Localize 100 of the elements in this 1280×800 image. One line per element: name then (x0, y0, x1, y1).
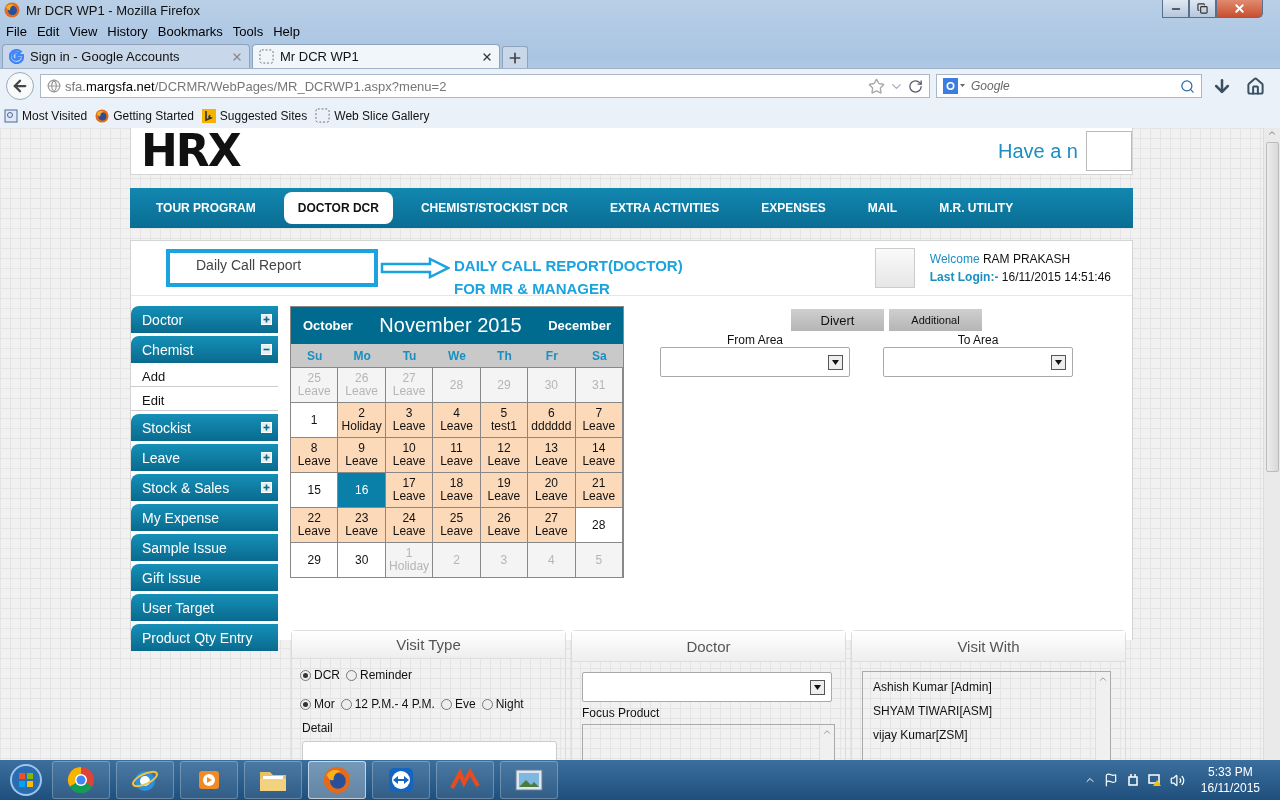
reload-icon[interactable] (908, 78, 923, 94)
star-icon[interactable] (868, 77, 885, 95)
select-field[interactable] (582, 672, 832, 702)
calendar-day[interactable]: 5 test1 (480, 402, 529, 437)
power-plug-icon[interactable] (1125, 773, 1140, 787)
nav-tab[interactable]: EXPENSES (747, 192, 840, 224)
bookmark-link[interactable]: Web Slice Gallery (315, 108, 430, 123)
plus-icon[interactable] (261, 452, 272, 463)
nav-tab[interactable]: DOCTOR DCR (283, 192, 393, 224)
restore-button[interactable] (1189, 0, 1216, 18)
network-warning-icon[interactable] (1147, 773, 1162, 787)
calendar-day[interactable]: 18 Leave (433, 472, 481, 507)
play-app-icon[interactable] (180, 761, 238, 799)
browser-tab[interactable]: Mr DCR WP1 (252, 44, 500, 68)
calendar-day[interactable]: 30 (338, 542, 386, 577)
new-tab-button[interactable] (502, 46, 528, 68)
bookmark-link[interactable]: Suggested Sites (201, 108, 308, 123)
search-field[interactable]: Google (936, 74, 1202, 98)
calendar-day[interactable]: 4 Leave (433, 402, 481, 437)
arrows-app-icon[interactable] (372, 761, 430, 799)
calendar-day[interactable]: 26 Leave (480, 507, 529, 542)
circle-app-icon[interactable] (52, 761, 110, 799)
calendar-day[interactable]: 7 Leave (575, 402, 623, 437)
list-item[interactable]: vijay Kumar[ZSM] (873, 726, 1085, 744)
action-button[interactable]: Additional (889, 309, 982, 331)
calendar-day[interactable]: 25 Leave (433, 507, 481, 542)
nav-tab[interactable]: TOUR PROGRAM (142, 192, 270, 224)
radio-option[interactable]: Mor (300, 697, 335, 712)
picture-icon[interactable] (500, 761, 558, 799)
sidebar-item[interactable]: Sample Issue (131, 534, 278, 561)
select-field[interactable] (660, 347, 850, 377)
plus-icon[interactable] (261, 314, 272, 325)
volume-icon[interactable] (1169, 772, 1185, 788)
menu-item[interactable]: History (103, 21, 152, 41)
select-field[interactable] (883, 347, 1073, 377)
next-month-link[interactable]: December (548, 318, 611, 333)
firefox-app-icon[interactable] (308, 761, 366, 799)
scrollbar[interactable] (1263, 128, 1280, 760)
menu-item[interactable]: View (65, 21, 102, 41)
menu-item[interactable]: Tools (228, 21, 268, 41)
action-button[interactable]: Divert (791, 309, 884, 331)
calendar-day[interactable]: 9 Leave (338, 437, 386, 472)
calendar-day[interactable]: 13 Leave (528, 437, 576, 472)
calendar-day[interactable]: 15 (291, 472, 339, 507)
radio-option[interactable]: Reminder (346, 668, 413, 683)
calendar-day[interactable]: 16 (338, 472, 386, 507)
sidebar-item[interactable]: User Target (131, 594, 278, 621)
report-select[interactable]: Daily Call Report (166, 249, 378, 287)
calendar-day[interactable]: 21 Leave (575, 472, 623, 507)
bookmark-link[interactable]: Most Visited (4, 108, 88, 123)
calendar-day[interactable]: 11 Leave (433, 437, 481, 472)
radio-option[interactable]: Eve (440, 697, 476, 712)
plus-icon[interactable] (261, 422, 272, 433)
calendar-day[interactable]: 19 Leave (480, 472, 529, 507)
nav-tab[interactable]: CHEMIST/STOCKIST DCR (406, 192, 583, 224)
flag-icon[interactable] (1103, 773, 1118, 787)
sidebar-item[interactable]: Product Qty Entry (131, 624, 278, 651)
calendar-day[interactable]: 6 dddddd (528, 402, 576, 437)
prev-month-link[interactable]: October (303, 318, 353, 333)
minimize-button[interactable] (1162, 0, 1189, 18)
menu-item[interactable]: File (2, 21, 31, 41)
menu-item[interactable]: Help (269, 21, 304, 41)
sidebar-item[interactable]: Chemist (131, 336, 278, 363)
nav-tab[interactable]: EXTRA ACTIVITIES (596, 192, 734, 224)
sidebar-item[interactable]: Doctor (131, 306, 278, 333)
clock[interactable]: 5:33 PM 16/11/2015 (1200, 764, 1260, 796)
search-icon[interactable] (1180, 78, 1195, 94)
menu-item[interactable]: Edit (32, 21, 64, 41)
calendar-day[interactable]: 28 (575, 507, 623, 542)
close-button[interactable] (1216, 0, 1263, 18)
calendar-day[interactable]: 1 (291, 402, 339, 437)
calendar-day[interactable]: 27 Leave (528, 507, 576, 542)
browser-tab[interactable]: Sign in - Google Accounts (2, 44, 250, 68)
calendar-day[interactable]: 14 Leave (575, 437, 623, 472)
list-item[interactable]: SHYAM TIWARI[ASM] (873, 702, 1085, 720)
radio-option[interactable]: 12 P.M.- 4 P.M. (340, 697, 435, 712)
calendar-day[interactable]: 3 Leave (385, 402, 434, 437)
calendar-day[interactable]: 8 Leave (291, 437, 339, 472)
calendar-day[interactable]: 20 Leave (528, 472, 576, 507)
globe-ring-app-icon[interactable] (116, 761, 174, 799)
search-engine-icon[interactable] (943, 78, 965, 94)
radio-option[interactable]: Night (481, 697, 524, 712)
radio-option[interactable]: DCR (300, 668, 340, 683)
menu-item[interactable]: Bookmarks (153, 21, 227, 41)
calendar-day[interactable]: 17 Leave (385, 472, 434, 507)
sidebar-item[interactable]: Leave (131, 444, 278, 471)
calendar-day[interactable]: 29 (291, 542, 339, 577)
calendar-day[interactable]: 23 Leave (338, 507, 386, 542)
calendar-day[interactable]: 2 Holiday (338, 402, 386, 437)
list-item[interactable]: Ashish Kumar [Admin] (873, 678, 1085, 696)
sidebar-item[interactable]: Gift Issue (131, 564, 278, 591)
minus-icon[interactable] (261, 344, 272, 355)
sidebar-item[interactable]: Stockist (131, 414, 278, 441)
bookmark-link[interactable]: Getting Started (95, 108, 194, 123)
address-bar[interactable]: sfa.margsfa.net/DCRMR/WebPages/MR_DCRWP1.aspx?menu=2 (40, 74, 930, 98)
calendar-day[interactable]: 10 Leave (385, 437, 434, 472)
folder-icon[interactable] (244, 761, 302, 799)
calendar-day[interactable]: 22 Leave (291, 507, 339, 542)
plus-icon[interactable] (261, 482, 272, 493)
calendar-day[interactable]: 12 Leave (480, 437, 529, 472)
